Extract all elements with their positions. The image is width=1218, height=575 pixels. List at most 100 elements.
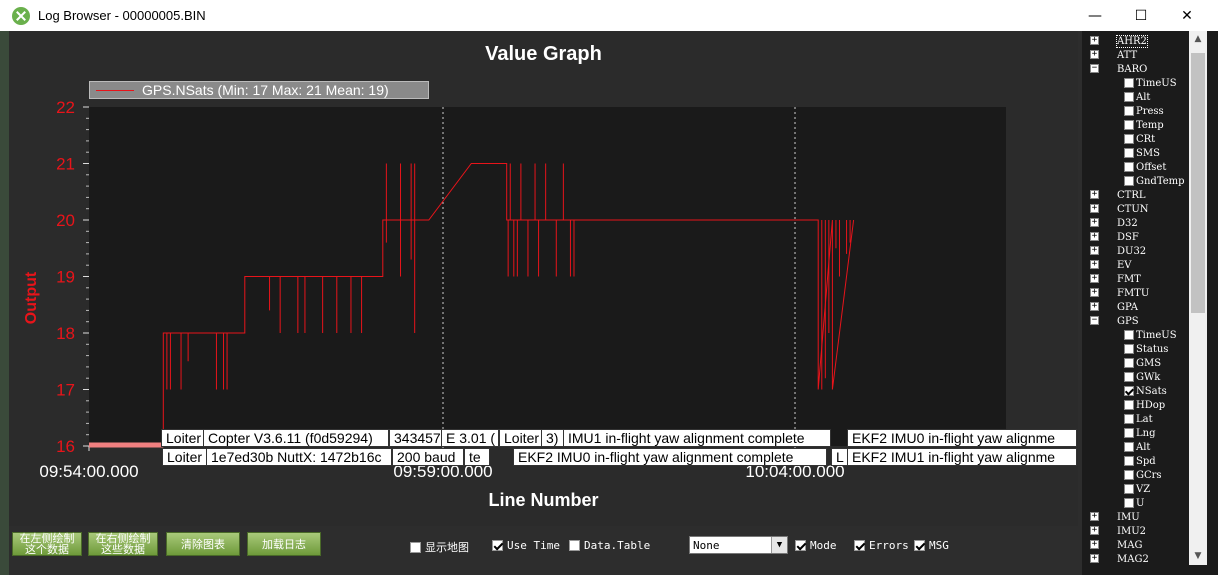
tree-field-crt[interactable]: CRt xyxy=(1124,132,1155,146)
field-checkbox[interactable] xyxy=(1124,456,1134,466)
field-checkbox[interactable] xyxy=(1124,498,1134,508)
tree-field-spd[interactable]: Spd xyxy=(1124,454,1156,468)
tree-field-offset[interactable]: Offset xyxy=(1124,160,1166,174)
plot-right-button[interactable]: 在右侧绘制 这些数据 xyxy=(88,532,158,556)
tree-group-gps[interactable]: − GPS xyxy=(1090,314,1139,328)
expand-icon[interactable]: + xyxy=(1090,36,1099,45)
tree-field-sms[interactable]: SMS xyxy=(1124,146,1160,160)
tree-group-du32[interactable]: + DU32 xyxy=(1090,244,1146,258)
tree-group-ev[interactable]: + EV xyxy=(1090,258,1132,272)
field-checkbox[interactable] xyxy=(1124,344,1134,354)
scroll-thumb[interactable] xyxy=(1191,53,1205,313)
tree-list[interactable]: + AHR2 + ATT − BARO TimeUS Alt Press Temp CRt SMS Of… xyxy=(1082,31,1192,565)
tree-field-gms[interactable]: GMS xyxy=(1124,356,1161,370)
plot-left-button[interactable]: 在左侧绘制 这个数据 xyxy=(12,532,82,556)
msg-checkbox[interactable]: MSG xyxy=(914,539,949,552)
tree-group-dsf[interactable]: + DSF xyxy=(1090,230,1139,244)
expand-icon[interactable]: + xyxy=(1090,190,1099,199)
tree-field-gndtemp[interactable]: GndTemp xyxy=(1124,174,1185,188)
field-checkbox[interactable] xyxy=(1124,400,1134,410)
field-checkbox[interactable] xyxy=(1124,162,1134,172)
use-time-checkbox[interactable]: Use Time xyxy=(492,539,560,552)
tree-field-gwk[interactable]: GWk xyxy=(1124,370,1160,384)
tree-field-lat[interactable]: Lat xyxy=(1124,412,1153,426)
tree-group-mag2[interactable]: + MAG2 xyxy=(1090,552,1149,565)
tree-group-att[interactable]: + ATT xyxy=(1090,48,1137,62)
tree-field-alt[interactable]: Alt xyxy=(1124,440,1150,454)
tree-field-alt[interactable]: Alt xyxy=(1124,90,1150,104)
checkbox-box[interactable] xyxy=(492,540,503,551)
expand-icon[interactable]: + xyxy=(1090,260,1099,269)
tree-field-gcrs[interactable]: GCrs xyxy=(1124,468,1162,482)
tree-group-ctrl[interactable]: + CTRL xyxy=(1090,188,1146,202)
field-checkbox[interactable] xyxy=(1124,330,1134,340)
tree-group-ctun[interactable]: + CTUN xyxy=(1090,202,1149,216)
checkbox-box[interactable] xyxy=(854,540,865,551)
tree-group-imu2[interactable]: + IMU2 xyxy=(1090,524,1146,538)
chevron-down-icon[interactable]: ▼ xyxy=(771,537,787,553)
tree-group-d32[interactable]: + D32 xyxy=(1090,216,1138,230)
tree-field-hdop[interactable]: HDop xyxy=(1124,398,1165,412)
tree-field-status[interactable]: Status xyxy=(1124,342,1168,356)
tree-field-lng[interactable]: Lng xyxy=(1124,426,1155,440)
tree-group-baro[interactable]: − BARO xyxy=(1090,62,1147,76)
field-checkbox[interactable] xyxy=(1124,176,1134,186)
tree-scrollbar[interactable]: ▲ ▼ xyxy=(1189,31,1207,565)
expand-icon[interactable]: + xyxy=(1090,274,1099,283)
field-checkbox[interactable] xyxy=(1124,372,1134,382)
tree-field-nsats[interactable]: NSats xyxy=(1124,384,1167,398)
expand-icon[interactable]: + xyxy=(1090,204,1099,213)
field-checkbox[interactable] xyxy=(1124,148,1134,158)
show-map-checkbox[interactable]: 显示地图 xyxy=(410,539,469,555)
minimize-button[interactable]: — xyxy=(1072,0,1118,31)
tree-field-press[interactable]: Press xyxy=(1124,104,1164,118)
expand-icon[interactable]: + xyxy=(1090,526,1099,535)
field-checkbox[interactable] xyxy=(1124,92,1134,102)
tree-field-vz[interactable]: VZ xyxy=(1124,482,1150,496)
clear-graph-button[interactable]: 清除图表 xyxy=(166,532,240,556)
tree-group-fmtu[interactable]: + FMTU xyxy=(1090,286,1149,300)
tree-field-temp[interactable]: Temp xyxy=(1124,118,1164,132)
expand-icon[interactable]: + xyxy=(1090,554,1099,563)
tree-group-imu[interactable]: + IMU xyxy=(1090,510,1140,524)
tree-field-timeus[interactable]: TimeUS xyxy=(1124,76,1177,90)
data-table-checkbox[interactable]: Data.Table xyxy=(569,539,650,552)
mode-dropdown[interactable]: None ▼ xyxy=(689,536,788,554)
field-checkbox[interactable] xyxy=(1124,484,1134,494)
scroll-down-icon[interactable]: ▼ xyxy=(1189,548,1207,565)
errors-checkbox[interactable]: Errors xyxy=(854,539,909,552)
checkbox-box[interactable] xyxy=(569,540,580,551)
field-checkbox[interactable] xyxy=(1124,442,1134,452)
tree-field-u[interactable]: U xyxy=(1124,496,1144,510)
collapse-icon[interactable]: − xyxy=(1090,316,1099,325)
field-checkbox[interactable] xyxy=(1124,428,1134,438)
field-checkbox[interactable] xyxy=(1124,78,1134,88)
field-checkbox[interactable] xyxy=(1124,470,1134,480)
field-checkbox[interactable] xyxy=(1124,386,1134,396)
field-checkbox[interactable] xyxy=(1124,414,1134,424)
tree-group-fmt[interactable]: + FMT xyxy=(1090,272,1141,286)
expand-icon[interactable]: + xyxy=(1090,218,1099,227)
expand-icon[interactable]: + xyxy=(1090,50,1099,59)
tree-group-gpa[interactable]: + GPA xyxy=(1090,300,1138,314)
field-checkbox[interactable] xyxy=(1124,106,1134,116)
checkbox-box[interactable] xyxy=(410,541,421,553)
close-button[interactable]: ✕ xyxy=(1164,0,1210,31)
expand-icon[interactable]: + xyxy=(1090,302,1099,311)
expand-icon[interactable]: + xyxy=(1090,232,1099,241)
maximize-button[interactable]: ☐ xyxy=(1118,0,1164,31)
value-graph[interactable]: Value Graph 16 17 18 19 20 21 22 09:54:00.000 09… xyxy=(9,31,1078,526)
expand-icon[interactable]: + xyxy=(1090,246,1099,255)
tree-group-ahr2[interactable]: + AHR2 xyxy=(1090,34,1148,48)
mode-checkbox[interactable]: Mode xyxy=(795,539,837,552)
checkbox-box[interactable] xyxy=(795,540,806,551)
field-checkbox[interactable] xyxy=(1124,134,1134,144)
field-checkbox[interactable] xyxy=(1124,120,1134,130)
checkbox-box[interactable] xyxy=(914,540,925,551)
tree-group-mag[interactable]: + MAG xyxy=(1090,538,1142,552)
collapse-icon[interactable]: − xyxy=(1090,64,1099,73)
load-log-button[interactable]: 加载日志 xyxy=(247,532,321,556)
scroll-up-icon[interactable]: ▲ xyxy=(1189,31,1207,48)
field-checkbox[interactable] xyxy=(1124,358,1134,368)
expand-icon[interactable]: + xyxy=(1090,512,1099,521)
